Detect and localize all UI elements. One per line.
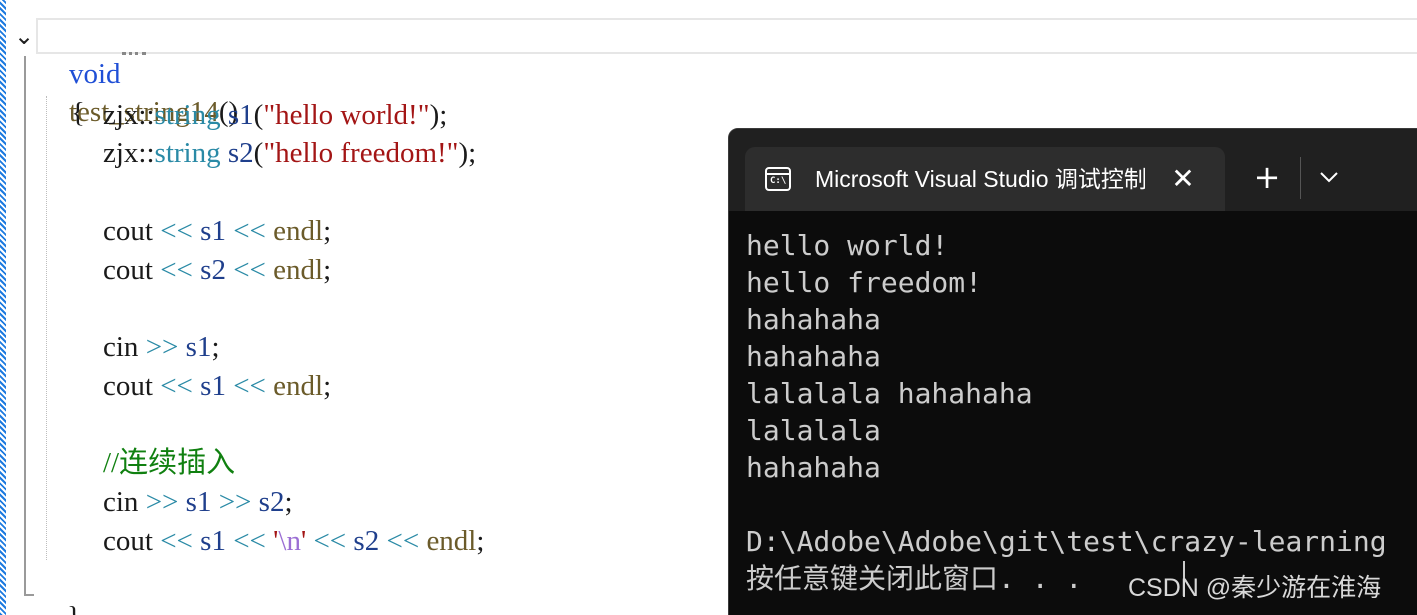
identifier-cout: cout: [103, 370, 153, 402]
operator: <<: [160, 254, 193, 286]
operator: <<: [233, 525, 266, 557]
console-icon: C:\: [765, 167, 791, 191]
identifier-endl: endl: [426, 525, 477, 557]
variable: s1: [185, 486, 212, 518]
paren-open: (: [253, 137, 264, 169]
identifier-cin: cin: [103, 331, 139, 363]
comment: //连续插入: [103, 447, 236, 479]
paren-close: );: [458, 137, 477, 169]
close-brace: }: [67, 601, 81, 615]
escape-sequence: \n: [278, 525, 301, 557]
suggestion-squiggle: [122, 48, 146, 55]
variable: s1: [200, 525, 226, 557]
close-tab-icon[interactable]: ✕: [1167, 161, 1199, 195]
identifier-endl: endl: [273, 370, 324, 402]
code-line-7[interactable]: cin >> s1 >> s2;: [40, 483, 293, 521]
operator: <<: [233, 370, 266, 402]
semicolon: ;: [476, 525, 485, 557]
code-line-2[interactable]: zjx::string s2("hello freedom!");: [40, 134, 476, 172]
variable: s1: [185, 331, 212, 363]
identifier-cout: cout: [103, 254, 153, 286]
tab-separator: [1300, 157, 1301, 199]
console-line-path: D:\Adobe\Adobe\git\test\crazy-learning: [746, 525, 1387, 558]
paren-open: (: [253, 99, 264, 131]
code-line-6[interactable]: cout << s1 << endl;: [40, 367, 331, 405]
operator: <<: [160, 525, 193, 557]
semicolon: ;: [323, 370, 332, 402]
code-line-comment[interactable]: //连续插入: [40, 444, 235, 482]
type-string: string: [154, 137, 221, 169]
fold-region-line: [24, 56, 26, 596]
namespace: zjx::: [103, 137, 155, 169]
identifier-cout: cout: [103, 215, 153, 247]
variable: s1: [200, 370, 226, 402]
variable: s1: [227, 99, 254, 131]
semicolon: ;: [211, 331, 220, 363]
variable: s2: [353, 525, 380, 557]
semicolon: ;: [323, 254, 332, 286]
semicolon: ;: [284, 486, 293, 518]
tab-title: Microsoft Visual Studio 调试控制台: [815, 166, 1145, 192]
console-line: hahahaha: [746, 340, 881, 373]
new-tab-plus-icon[interactable]: +: [1249, 158, 1285, 196]
tab-dropdown-chevron-icon[interactable]: [1311, 159, 1347, 195]
terminal-tab[interactable]: C:\ Microsoft Visual Studio 调试控制台 ✕: [745, 147, 1225, 211]
code-line-3[interactable]: cout << s1 << endl;: [40, 212, 331, 250]
variable: s1: [200, 215, 226, 247]
code-line-5[interactable]: cin >> s1;: [40, 328, 220, 366]
operator: <<: [233, 215, 266, 247]
current-line-highlight: [36, 18, 1417, 54]
code-line-close-brace[interactable]: }: [38, 560, 81, 615]
console-icon-label: C:\: [770, 176, 787, 186]
console-line: lalalala hahahaha: [746, 377, 1033, 410]
fold-chevron-down-icon[interactable]: ⌄: [10, 22, 38, 50]
operator: >>: [218, 486, 252, 518]
variable: s2: [200, 254, 226, 286]
debug-console-window[interactable]: C:\ Microsoft Visual Studio 调试控制台 ✕ + he…: [728, 128, 1417, 615]
identifier-endl: endl: [273, 254, 324, 286]
variable: s2: [227, 137, 254, 169]
identifier-endl: endl: [273, 215, 324, 247]
chevron-down-icon: [1320, 172, 1338, 183]
identifier-cin: cin: [103, 486, 139, 518]
code-line-1[interactable]: zjx::string s1("hello world!");: [40, 96, 447, 134]
watermark: CSDN @秦少游在淮海: [1128, 574, 1382, 602]
console-line: hello freedom!: [746, 266, 983, 299]
console-line: hahahaha: [746, 303, 881, 336]
identifier-cout: cout: [103, 525, 153, 557]
terminal-tab-bar: C:\ Microsoft Visual Studio 调试控制台 ✕ +: [729, 129, 1417, 211]
fold-region-end: [24, 594, 34, 596]
char-quote: ': [300, 525, 307, 557]
operator: <<: [313, 525, 347, 557]
console-output[interactable]: hello world! hello freedom! hahahaha hah…: [746, 227, 1417, 597]
code-line-open-brace[interactable]: {: [42, 56, 85, 129]
semicolon: ;: [323, 215, 332, 247]
string-literal: "hello freedom!": [263, 137, 459, 169]
console-line: hello world!: [746, 229, 949, 262]
operator: <<: [160, 370, 193, 402]
namespace: zjx::: [103, 99, 155, 131]
paren-close: );: [429, 99, 448, 131]
change-tracking-bar: [0, 0, 6, 615]
type-string: string: [154, 99, 221, 131]
operator: >>: [145, 331, 179, 363]
code-line-4[interactable]: cout << s2 << endl;: [40, 251, 331, 289]
console-line: hahahaha: [746, 451, 881, 484]
string-literal: "hello world!": [263, 99, 430, 131]
operator: <<: [160, 215, 193, 247]
code-line-8[interactable]: cout << s1 << '\n' << s2 << endl;: [40, 522, 484, 560]
operator: <<: [233, 254, 266, 286]
screenshot-root: ⌄ void test_string14() { zjx::string s1(…: [0, 0, 1417, 615]
console-line: lalalala: [746, 414, 881, 447]
operator: >>: [145, 486, 179, 518]
operator: <<: [386, 525, 420, 557]
variable: s2: [258, 486, 285, 518]
